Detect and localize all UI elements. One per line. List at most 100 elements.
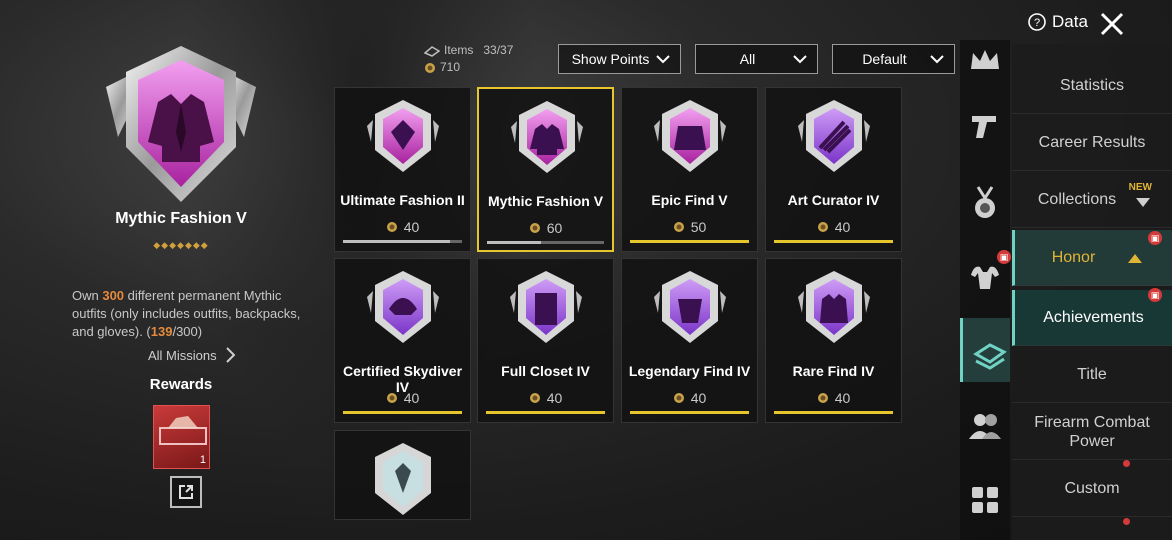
achievement-card[interactable]: Mythic Fashion V 60 [477,87,614,252]
collapse-triangle-icon [1128,254,1142,263]
category-value: All [739,51,756,67]
achievement-card[interactable]: Art Curator IV 40 [765,87,902,252]
featured-title: Mythic Fashion V [115,210,247,227]
items-icon [424,45,440,57]
data-label: Data [1052,12,1088,31]
menu-collections[interactable]: Collections NEW [1012,172,1172,228]
points-coin-icon [673,222,684,232]
points-coin-icon [425,62,435,73]
achievement-name: Mythic Fashion V [487,193,604,209]
achievement-badge-icon [511,101,583,173]
achievement-points: 40 [478,390,613,406]
sort-value: Default [862,51,907,67]
achievement-name: Legendary Find IV [628,363,751,379]
achievement-points: 40 [766,219,901,235]
achievement-name: Rare Find IV [792,363,875,379]
achievement-points-value: 60 [546,220,563,236]
achievement-card[interactable]: Certified Skydiver IV 40 [334,258,471,423]
reward-item[interactable]: 1 [153,405,210,469]
achievement-points: 50 [622,219,757,235]
weapon-nav[interactable] [967,108,1003,144]
achievement-card[interactable] [334,430,471,520]
gift-notification-icon: ▣ [1148,288,1162,302]
show-points-dropdown[interactable]: Show Points [558,44,681,74]
achievement-points-value: 40 [403,219,420,235]
menu-achievements-label: Achievements [1043,309,1144,326]
strength-nav[interactable]: ▣ [967,250,1011,294]
achievement-card[interactable]: Legendary Find IV 40 [621,258,758,423]
achievement-progress-bar [486,411,605,414]
more-nav[interactable] [967,482,1003,518]
menu-honor[interactable]: Honor ▣ [1012,230,1172,286]
featured-description: Own 300 different permanent Mythic outfi… [72,288,301,339]
all-missions-link[interactable]: All Missions [148,347,235,363]
notification-dot [1123,460,1130,467]
menu-custom[interactable]: Custom [1012,461,1172,517]
sort-dropdown[interactable]: Default [832,44,955,74]
points-coin-icon [817,222,828,232]
medal-nav[interactable] [967,185,1003,221]
share-button[interactable] [170,476,202,508]
menu-collections-label: Collections [1037,191,1117,208]
collection-icon [972,343,1007,370]
points-value: 710 [440,60,461,74]
collection-nav[interactable] [960,318,1010,382]
notification-dot [1123,518,1130,525]
achievement-points: 40 [766,390,901,406]
achievement-points-value: 40 [403,390,420,406]
achievement-points-value: 40 [690,390,707,406]
achievement-progress-bar [630,411,749,414]
achievement-progress-bar [343,411,462,414]
grid-menu-icon [972,487,998,513]
achievement-points: 40 [335,219,470,235]
menu-honor-label: Honor [1051,249,1096,266]
achievement-points-value: 50 [690,219,707,235]
menu-statistics[interactable]: Statistics [1012,58,1172,114]
gift-notification-icon: ▣ [997,250,1011,264]
category-icon-bar: ▣ [960,40,1011,540]
crown-icon [971,50,999,69]
menu-firearm-combat-power[interactable]: Firearm Combat Power [1012,404,1172,460]
crown-nav[interactable] [967,42,1003,78]
achievement-card[interactable]: Ultimate Fashion II 40 [334,87,471,252]
share-icon [179,485,193,499]
achievement-progress-bar [487,241,604,244]
menu-title[interactable]: Title [1012,347,1172,403]
achievement-card[interactable]: Full Closet IV 40 [477,258,614,423]
featured-panel: Mythic Fashion V ◆◆◆◆◆◆◆ Own 300 differe… [0,0,330,540]
gift-notification-icon: ▣ [1148,231,1162,245]
achievement-badge-icon [510,271,582,343]
achievement-name: Full Closet IV [501,363,590,379]
medal-icon [975,186,995,218]
menu-achievements[interactable]: Achievements ▣ [1012,288,1172,346]
achievement-name: Epic Find V [651,192,728,208]
achievement-card[interactable]: Epic Find V 50 [621,87,758,252]
points-coin-icon [529,223,540,233]
points-coin-icon [386,222,397,232]
reward-icon [159,416,207,445]
achievement-name: Art Curator IV [787,192,880,208]
achievement-badge-icon [367,100,439,172]
achievement-badge-icon [367,271,439,343]
category-dropdown[interactable]: All [695,44,818,74]
achievement-badge-icon [654,271,726,343]
points-coin-icon [673,393,684,403]
points-coin-icon [817,393,828,403]
rewards-heading: Rewards [149,376,213,393]
data-link[interactable]: ? Data [1028,12,1088,32]
achievement-card[interactable]: Rare Find IV 40 [765,258,902,423]
help-icon: ? [1028,13,1046,31]
achievement-progress-bar [630,240,749,243]
points-coin-icon [529,393,540,403]
new-badge: NEW [1128,182,1152,193]
social-nav[interactable] [967,408,1003,444]
close-icon[interactable] [1098,10,1126,38]
chevron-down-icon [930,55,944,64]
achievement-badge-icon [798,271,870,343]
show-points-value: Show Points [571,51,650,67]
menu-career-results[interactable]: Career Results [1012,115,1172,171]
achievement-badge-icon [798,100,870,172]
friends-icon [969,414,1001,439]
achievement-progress-bar [774,240,893,243]
achievement-points: 40 [335,390,470,406]
